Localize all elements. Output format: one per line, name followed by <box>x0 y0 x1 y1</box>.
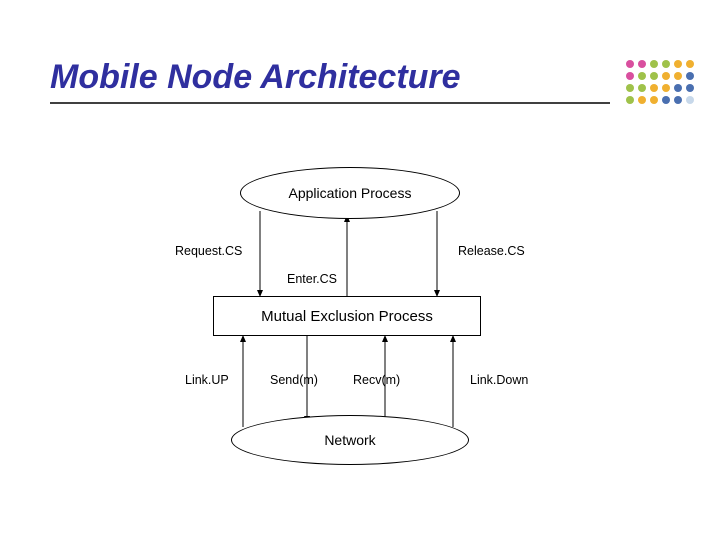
label-enter-cs: Enter.CS <box>287 272 337 286</box>
label-recv-m: Recv(m) <box>353 373 400 387</box>
label-link-up: Link.UP <box>185 373 229 387</box>
label-release-cs: Release.CS <box>458 244 525 258</box>
decorative-dots <box>624 58 696 114</box>
node-application-process: Application Process <box>240 167 460 219</box>
label-send-m: Send(m) <box>270 373 318 387</box>
node-mutual-exclusion-process: Mutual Exclusion Process <box>213 296 481 336</box>
page-title: Mobile Node Architecture <box>50 58 461 97</box>
label-link-down: Link.Down <box>470 373 528 387</box>
title-underline <box>50 102 610 104</box>
node-network: Network <box>231 415 469 465</box>
label-request-cs: Request.CS <box>175 244 242 258</box>
